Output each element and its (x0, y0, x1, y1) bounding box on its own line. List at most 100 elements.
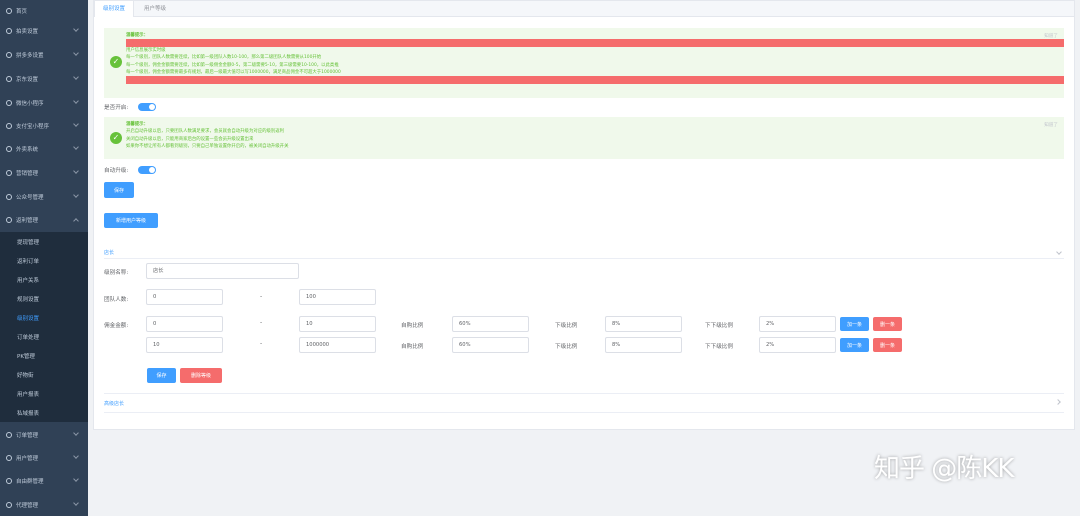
sidebar-item-label: 自由群管理 (16, 479, 44, 485)
sidebar: 首页 拍卖设置 拼多多设置 京东设置 微信小程序 支付宝小程序 外卖系统 营销管… (0, 0, 88, 516)
level-name-input[interactable]: 店长 (146, 263, 299, 279)
alert-line: 关闭自动升级以后，只能用商家后台的设置一些会员升级设置出来 (126, 136, 254, 142)
save-button[interactable]: 保存 (104, 182, 134, 198)
sidebar-item-label: 外卖系统 (16, 147, 39, 153)
sub-ratio-input[interactable]: 8% (605, 316, 682, 332)
team-size-label: 团队人数: (104, 297, 129, 303)
sidebar-sub-item-order-handling[interactable]: 订单处理 (0, 327, 88, 346)
add-row-button[interactable]: 加一条 (840, 338, 869, 352)
tab-user-levels[interactable]: 用户等级 (136, 1, 174, 17)
sidebar-item-label: 支付宝小程序 (16, 124, 50, 130)
commission-min-input[interactable]: 0 (146, 316, 223, 332)
alert-line: 每一个级别，佣金金额需要连续，比如第一级佣金金额0-5，第二级需要5-10，第三… (126, 62, 339, 68)
range-dash: - (260, 319, 263, 326)
sidebar-item-agents[interactable]: 代理管理 (0, 494, 88, 516)
alert-title: 温馨提示： (126, 122, 148, 127)
sidebar-item-label: 公众号管理 (16, 195, 44, 201)
enabled-switch[interactable] (138, 103, 156, 111)
sidebar-sub-item-levels[interactable]: 级别设置 (0, 308, 88, 327)
sidebar-item-auction[interactable]: 拍卖设置 (0, 20, 88, 42)
add-row-button[interactable]: 加一条 (840, 317, 869, 331)
sidebar-sub-item-rules[interactable]: 规则设置 (0, 289, 88, 308)
sidebar-sub-item-goods-street[interactable]: 好物街 (0, 365, 88, 384)
sub-ratio-input[interactable]: 8% (605, 337, 682, 353)
alert-line: 每一个级别，团队人数需要连续，比如第一级团队人数10-100，那么第二级团队人数… (126, 55, 322, 61)
commission-min-input[interactable]: 10 (146, 337, 223, 353)
delete-level-button[interactable]: 删除等级 (180, 368, 222, 383)
sidebar-item-label: 首页 (16, 9, 28, 15)
save-level-button[interactable]: 保存 (147, 368, 176, 383)
sidebar-sub-item-user-relations[interactable]: 用户关系 (0, 270, 88, 289)
chevron-down-icon[interactable] (1056, 249, 1062, 255)
range-dash: - (260, 293, 263, 300)
range-dash: - (260, 340, 263, 347)
tips-alert: ✓ 知道了 温馨提示： 不懂设置，点击看教程 用户信息展示实时级 每一个级别，团… (104, 28, 1064, 98)
chevron-down-icon (73, 144, 79, 150)
tab-bar: 级别设置 用户等级 (94, 1, 1074, 17)
level-section-title[interactable]: 店长 (104, 249, 114, 256)
delete-row-button[interactable]: 删一条 (873, 338, 902, 352)
sidebar-item-alipay[interactable]: 支付宝小程序 (0, 115, 88, 137)
team-min-input[interactable]: 0 (146, 289, 223, 305)
chevron-down-icon (73, 50, 79, 56)
sidebar-item-rebate[interactable]: 返利管理 (0, 209, 88, 231)
sidebar-item-label: 用户管理 (16, 456, 39, 462)
sidebar-sub-item-rebate-orders[interactable]: 返利订单 (0, 251, 88, 270)
chevron-down-icon (73, 168, 79, 174)
subsub-ratio-input[interactable]: 2% (759, 316, 836, 332)
sidebar-item-users[interactable]: 用户管理 (0, 447, 88, 469)
home-icon (6, 8, 12, 14)
sidebar-sub-item-user-report[interactable]: 用户报表 (0, 384, 88, 403)
alert-title: 温馨提示： (126, 33, 148, 38)
sidebar-item-account[interactable]: 公众号管理 (0, 186, 88, 208)
wechat-icon (6, 100, 12, 106)
divider (104, 258, 1064, 259)
sidebar-item-delivery[interactable]: 外卖系统 (0, 138, 88, 160)
user-icon (6, 455, 12, 461)
divider (104, 412, 1064, 413)
sub-ratio-label: 下级比例 (555, 344, 578, 350)
self-ratio-input[interactable]: 60% (452, 337, 529, 353)
alert-close-link[interactable]: 知道了 (1044, 122, 1058, 129)
sidebar-item-label: 营销管理 (16, 171, 39, 177)
sidebar-item-label: 订单管理 (16, 433, 39, 439)
alert-close-link[interactable]: 知道了 (1044, 33, 1058, 40)
team-max-input[interactable]: 100 (299, 289, 376, 305)
sidebar-sub-item-pk[interactable]: PK管理 (0, 346, 88, 365)
alipay-icon (6, 123, 12, 129)
sidebar-sub-item-withdraw[interactable]: 提现管理 (0, 232, 88, 251)
self-ratio-label: 自购比例 (401, 323, 424, 329)
commission-max-input[interactable]: 1000000 (299, 337, 376, 353)
chevron-down-icon (73, 500, 79, 506)
sidebar-item-marketing[interactable]: 营销管理 (0, 162, 88, 184)
sidebar-item-jd[interactable]: 京东设置 (0, 68, 88, 90)
alert-warning-line: 佣金金额和团队人数最大写1000000，否则会出错，团队数量和佣金奖励的佣金不会… (126, 76, 1064, 84)
tab-level-settings[interactable]: 级别设置 (94, 1, 135, 17)
group-icon (6, 478, 12, 484)
advanced-level-section[interactable]: 高级店长 (104, 400, 124, 407)
self-ratio-label: 自购比例 (401, 344, 424, 350)
chevron-down-icon (73, 453, 79, 459)
watermark: 知乎 @陈KK (874, 454, 1014, 484)
sidebar-item-home[interactable]: 首页 (0, 0, 88, 22)
sidebar-sub-item-private-report[interactable]: 私域报表 (0, 403, 88, 422)
auto-upgrade-switch[interactable] (138, 166, 156, 174)
self-ratio-input[interactable]: 60% (452, 316, 529, 332)
sidebar-item-label: 拍卖设置 (16, 29, 39, 35)
cart-icon (6, 76, 12, 82)
subsub-ratio-input[interactable]: 2% (759, 337, 836, 353)
level-name-label: 级别名称: (104, 270, 129, 276)
chevron-right-icon[interactable] (1055, 399, 1061, 405)
sidebar-item-wechat[interactable]: 微信小程序 (0, 92, 88, 114)
tutorial-link[interactable]: 不懂设置，点击看教程 (126, 39, 1064, 47)
sidebar-item-pdd[interactable]: 拼多多设置 (0, 44, 88, 66)
sidebar-item-orders[interactable]: 订单管理 (0, 424, 88, 446)
delete-row-button[interactable]: 删一条 (873, 317, 902, 331)
chevron-down-icon (73, 476, 79, 482)
add-user-level-button[interactable]: 新增用户等级 (104, 213, 158, 228)
commission-max-input[interactable]: 10 (299, 316, 376, 332)
enabled-label: 是否开启: (104, 105, 129, 111)
divider (104, 393, 1064, 394)
sidebar-item-groups[interactable]: 自由群管理 (0, 470, 88, 492)
sidebar-item-label: 返利管理 (16, 218, 39, 224)
